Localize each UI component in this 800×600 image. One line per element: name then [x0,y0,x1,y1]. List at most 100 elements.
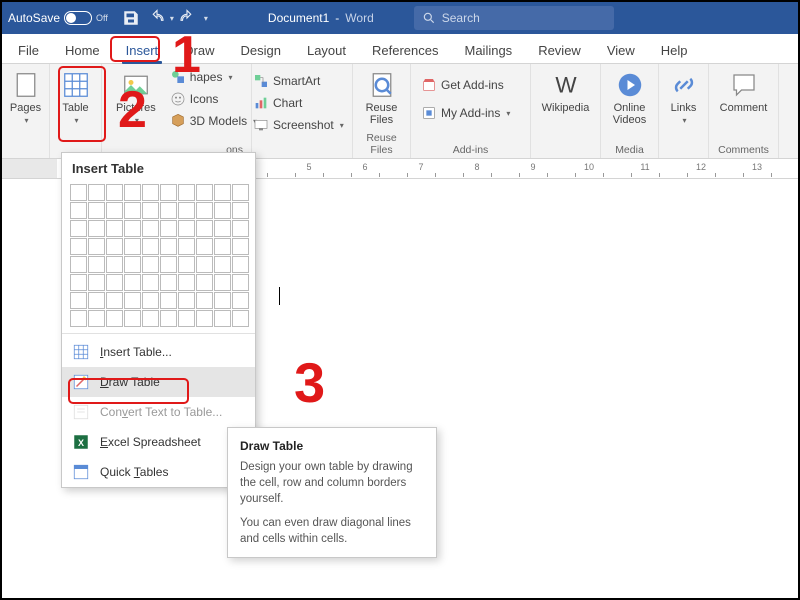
grid-cell[interactable] [106,220,123,237]
grid-cell[interactable] [178,202,195,219]
grid-cell[interactable] [160,220,177,237]
grid-cell[interactable] [88,310,105,327]
redo-icon[interactable] [178,9,196,27]
table-button[interactable]: Table▾ [58,68,93,128]
grid-cell[interactable] [88,202,105,219]
grid-cell[interactable] [214,310,231,327]
online-videos-button[interactable]: Online Videos [609,68,650,128]
grid-cell[interactable] [70,256,87,273]
grid-cell[interactable] [178,238,195,255]
grid-cell[interactable] [196,238,213,255]
search-box[interactable]: Search [414,6,614,30]
grid-cell[interactable] [232,238,249,255]
grid-cell[interactable] [214,184,231,201]
grid-cell[interactable] [160,238,177,255]
tab-layout[interactable]: Layout [295,37,358,63]
grid-cell[interactable] [142,256,159,273]
grid-cell[interactable] [106,184,123,201]
grid-cell[interactable] [232,274,249,291]
grid-cell[interactable] [88,274,105,291]
grid-cell[interactable] [124,256,141,273]
smartart-button[interactable]: SmartArt [251,72,344,90]
grid-cell[interactable] [70,238,87,255]
grid-cell[interactable] [160,184,177,201]
grid-cell[interactable] [232,220,249,237]
grid-cell[interactable] [106,292,123,309]
grid-cell[interactable] [106,238,123,255]
grid-cell[interactable] [214,220,231,237]
grid-cell[interactable] [196,184,213,201]
grid-cell[interactable] [88,292,105,309]
grid-cell[interactable] [232,256,249,273]
grid-cell[interactable] [70,184,87,201]
grid-cell[interactable] [124,220,141,237]
links-button[interactable]: Links▾ [667,68,700,128]
grid-cell[interactable] [124,292,141,309]
grid-cell[interactable] [214,202,231,219]
tab-draw[interactable]: Draw [172,37,226,63]
grid-cell[interactable] [214,256,231,273]
grid-cell[interactable] [70,220,87,237]
grid-cell[interactable] [142,202,159,219]
grid-cell[interactable] [178,292,195,309]
grid-cell[interactable] [160,310,177,327]
tab-design[interactable]: Design [229,37,293,63]
grid-cell[interactable] [178,274,195,291]
grid-cell[interactable] [178,256,195,273]
my-addins-button[interactable]: My Add-ins▾ [419,104,522,122]
grid-cell[interactable] [142,184,159,201]
get-addins-button[interactable]: Get Add-ins [419,76,522,94]
tab-file[interactable]: File [6,37,51,63]
grid-cell[interactable] [178,220,195,237]
grid-cell[interactable] [214,238,231,255]
tab-insert[interactable]: Insert [114,37,171,63]
grid-cell[interactable] [124,202,141,219]
grid-cell[interactable] [214,274,231,291]
grid-cell[interactable] [88,238,105,255]
comment-button[interactable]: Comment [717,68,770,116]
grid-cell[interactable] [124,238,141,255]
autosave-toggle[interactable]: AutoSave Off [8,11,108,25]
grid-cell[interactable] [106,256,123,273]
grid-cell[interactable] [106,274,123,291]
grid-cell[interactable] [196,220,213,237]
wikipedia-button[interactable]: W Wikipedia [539,68,592,116]
grid-cell[interactable] [70,292,87,309]
grid-cell[interactable] [142,310,159,327]
chart-button[interactable]: Chart [251,94,344,112]
grid-cell[interactable] [178,184,195,201]
grid-cell[interactable] [196,310,213,327]
grid-cell[interactable] [196,256,213,273]
grid-cell[interactable] [88,220,105,237]
reuse-files-button[interactable]: Reuse Files [361,68,402,128]
grid-cell[interactable] [160,256,177,273]
grid-cell[interactable] [232,202,249,219]
grid-cell[interactable] [196,274,213,291]
table-size-grid[interactable] [70,184,247,327]
grid-cell[interactable] [232,292,249,309]
undo-icon[interactable] [148,9,166,27]
grid-cell[interactable] [70,202,87,219]
grid-cell[interactable] [106,202,123,219]
grid-cell[interactable] [142,238,159,255]
tab-review[interactable]: Review [526,37,593,63]
grid-cell[interactable] [214,292,231,309]
grid-cell[interactable] [124,310,141,327]
screenshot-button[interactable]: Screenshot▾ [251,116,344,134]
grid-cell[interactable] [70,274,87,291]
grid-cell[interactable] [124,184,141,201]
pages-button[interactable]: Pages▾ [10,68,41,128]
tab-view[interactable]: View [595,37,647,63]
draw-table-item[interactable]: Draw Table [62,367,255,397]
tab-help[interactable]: Help [649,37,700,63]
grid-cell[interactable] [160,274,177,291]
grid-cell[interactable] [88,256,105,273]
grid-cell[interactable] [88,184,105,201]
grid-cell[interactable] [196,202,213,219]
grid-cell[interactable] [124,274,141,291]
save-icon[interactable] [122,9,140,27]
grid-cell[interactable] [160,292,177,309]
pictures-button[interactable]: Pictures▾ [110,68,162,128]
grid-cell[interactable] [142,274,159,291]
grid-cell[interactable] [232,184,249,201]
